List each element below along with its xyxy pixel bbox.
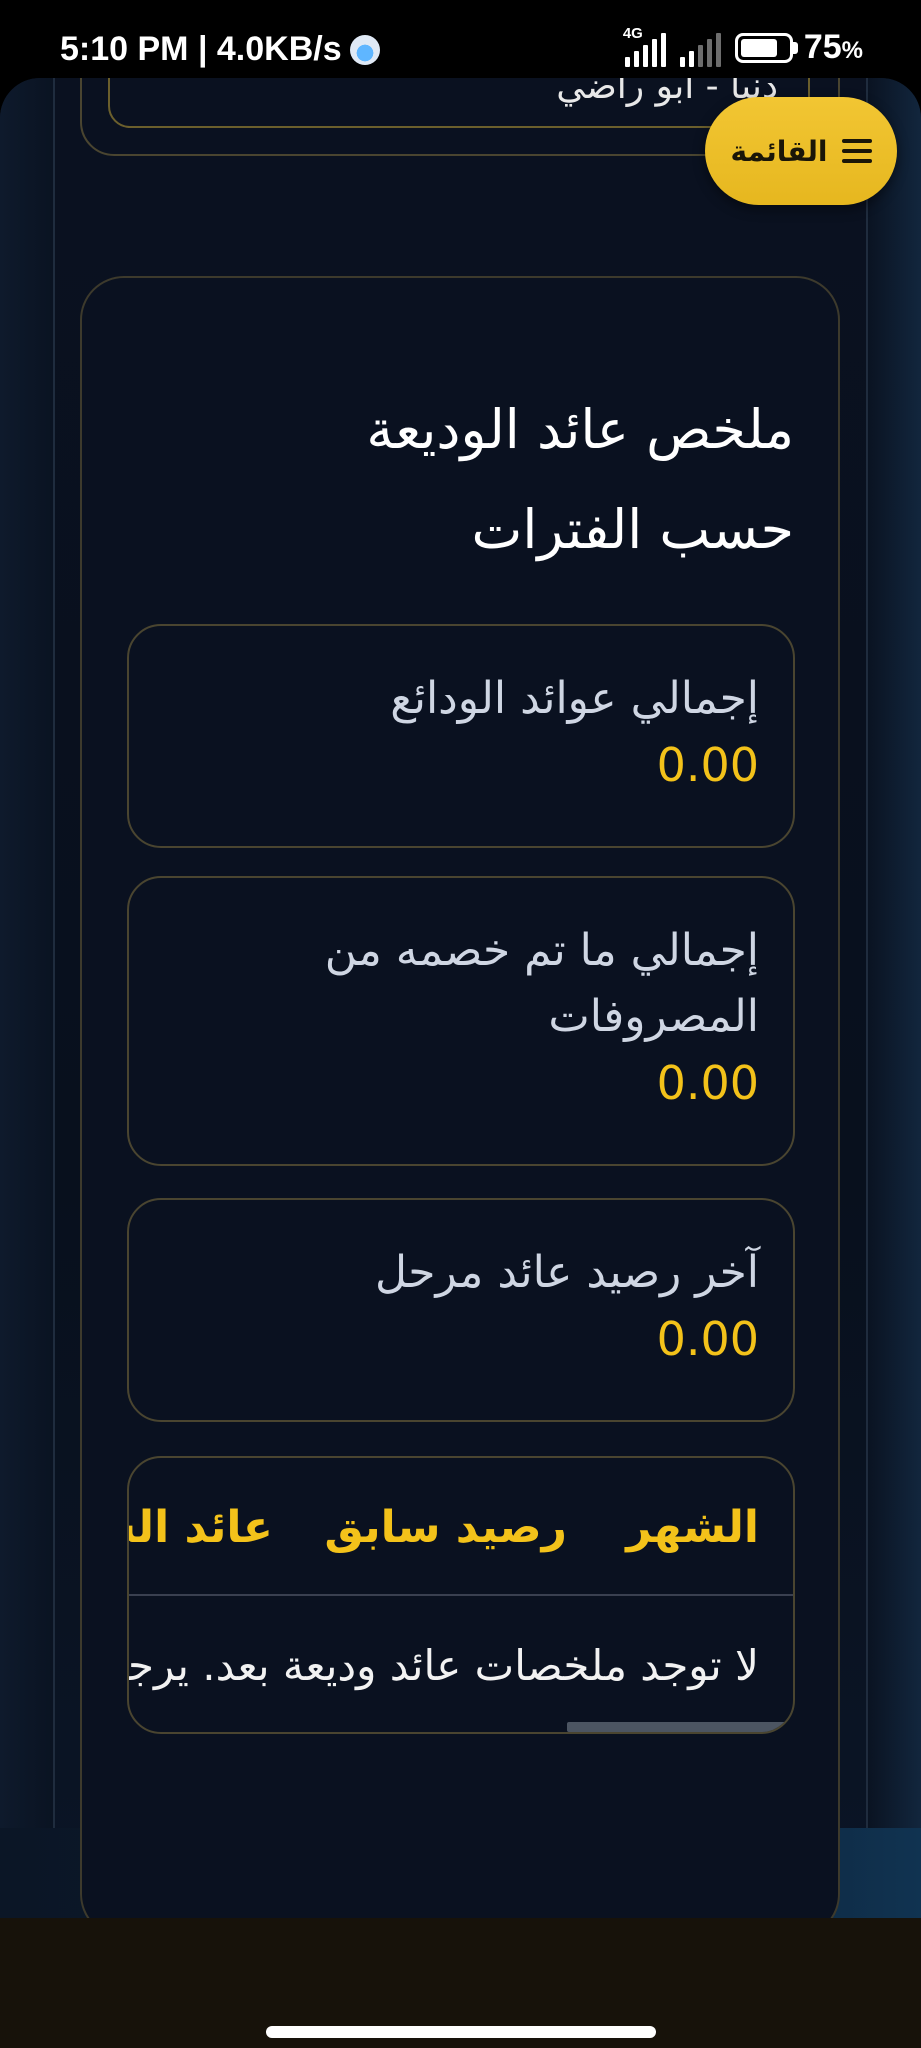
column-header-month-return: عائد الشهر	[129, 1502, 273, 1553]
system-navigation-bar	[0, 1918, 921, 2048]
summary-table[interactable]: الشهر رصيد سابق عائد الشهر لا توجد ملخصا…	[127, 1456, 795, 1734]
stat-label: إجمالي ما تم خصمه من المصروفات	[324, 925, 759, 1042]
network-type-label: 4G	[622, 25, 643, 42]
stat-value: 0.00	[656, 1056, 759, 1110]
menu-button-label: القائمة	[730, 134, 828, 168]
previous-card[interactable]: دنيا - ابو راضي	[108, 78, 810, 128]
menu-button[interactable]: القائمة	[705, 97, 897, 205]
mobile-signal-icon: 4G	[623, 25, 666, 67]
column-header-previous-balance: رصيد سابق	[324, 1502, 567, 1553]
status-right: 4G 75%	[623, 25, 863, 67]
battery-icon: 75%	[734, 28, 863, 67]
page-title: ملخص عائد الوديعة حسب الفترات	[366, 398, 794, 561]
hamburger-icon	[841, 139, 872, 163]
app-surface: دنيا - ابو راضي ملخص عائد الوديعة حسب ال…	[0, 78, 921, 1918]
app-notification-icon	[349, 34, 380, 65]
status-time-speed: 5:10 PM | 4.0KB/s	[60, 30, 342, 68]
stat-label: آخر رصيد عائد مرحل	[374, 1247, 759, 1298]
table-empty-message: لا توجد ملخصات عائد وديعة بعد. يرجى	[127, 1641, 759, 1690]
home-indicator[interactable]	[266, 2026, 656, 2038]
column-header-month: الشهر	[626, 1502, 759, 1553]
second-signal-icon	[679, 33, 721, 67]
horizontal-scrollbar[interactable]	[567, 1722, 793, 1732]
stat-card-total-returns: إجمالي عوائد الودائع 0.00	[127, 624, 795, 848]
stat-value: 0.00	[656, 738, 759, 792]
stat-card-last-balance: آخر رصيد عائد مرحل 0.00	[127, 1198, 795, 1422]
status-left: 5:10 PM | 4.0KB/s	[60, 30, 380, 69]
right-edge-decoration	[866, 78, 921, 1918]
battery-percent: 75%	[803, 28, 863, 66]
deposit-summary-card: ملخص عائد الوديعة حسب الفترات إجمالي عوا…	[80, 276, 840, 1918]
stat-card-total-deducted: إجمالي ما تم خصمه من المصروفات 0.00	[127, 876, 795, 1166]
stat-value: 0.00	[656, 1312, 759, 1366]
stat-label: إجمالي عوائد الودائع	[390, 673, 759, 724]
table-header: الشهر رصيد سابق عائد الشهر	[129, 1458, 793, 1596]
left-edge-decoration	[0, 78, 55, 1918]
screen: 5:10 PM | 4.0KB/s 4G 75% دنيا - ابو راضي	[0, 0, 921, 2048]
